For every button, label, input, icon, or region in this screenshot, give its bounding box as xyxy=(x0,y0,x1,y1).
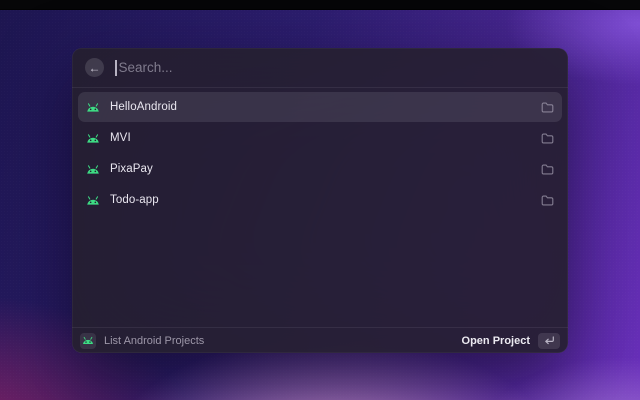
project-title: PixaPay xyxy=(110,163,153,175)
project-row[interactable]: Todo-app xyxy=(78,185,562,215)
back-arrow-icon: ← xyxy=(89,62,101,74)
android-icon xyxy=(86,164,100,175)
primary-action-label: Open Project xyxy=(462,335,530,347)
project-row[interactable]: HelloAndroid xyxy=(78,92,562,122)
back-button[interactable]: ← xyxy=(85,58,104,77)
project-row[interactable]: MVI xyxy=(78,123,562,153)
text-cursor xyxy=(115,60,117,76)
folder-icon xyxy=(541,133,554,144)
project-title: MVI xyxy=(110,132,131,144)
project-title: HelloAndroid xyxy=(110,101,177,113)
folder-icon xyxy=(541,164,554,175)
folder-icon xyxy=(541,195,554,206)
project-row[interactable]: PixaPay xyxy=(78,154,562,184)
primary-action[interactable]: Open Project xyxy=(462,333,560,349)
launcher-window: ← HelloAndroid xyxy=(72,48,568,353)
folder-icon xyxy=(541,102,554,113)
project-list: HelloAndroid MVI xyxy=(72,88,568,327)
search-bar: ← xyxy=(72,48,568,88)
android-icon xyxy=(86,102,100,113)
extension-badge xyxy=(80,333,96,349)
extension-label: List Android Projects xyxy=(104,335,204,347)
android-icon xyxy=(86,133,100,144)
search-input[interactable] xyxy=(119,60,556,75)
desktop: ← HelloAndroid xyxy=(0,0,640,400)
footer-bar: List Android Projects Open Project xyxy=(72,327,568,353)
menu-bar xyxy=(0,0,640,10)
project-title: Todo-app xyxy=(110,194,159,206)
android-icon xyxy=(86,195,100,206)
return-key-icon xyxy=(538,333,560,349)
android-icon xyxy=(82,332,94,350)
